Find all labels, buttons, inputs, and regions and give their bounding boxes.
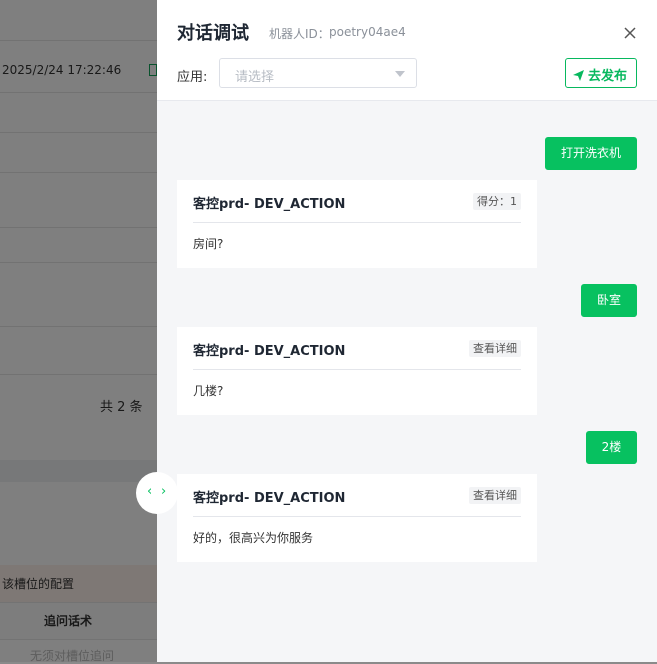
bot-message-card: 客控prd- DEV_ACTION 查看详细 好的，很高兴为你服务: [177, 474, 537, 562]
app-select-placeholder: 请选择: [235, 70, 275, 85]
drawer-title: 对话调试: [177, 23, 249, 44]
bot-name: 客控prd- DEV_ACTION: [193, 197, 346, 212]
drawer-collapse-toggle[interactable]: ‹ ›: [136, 472, 178, 514]
user-message-text: 2楼: [601, 440, 622, 454]
card-divider: [193, 369, 521, 370]
publish-button[interactable]: 去发布: [565, 58, 637, 88]
user-message: 打开洗衣机: [545, 137, 637, 170]
bot-reply-text: 房间?: [193, 237, 224, 251]
user-message-text: 卧室: [596, 293, 621, 307]
view-details-link[interactable]: 查看详细: [469, 340, 521, 357]
view-details-link[interactable]: 查看详细: [469, 487, 521, 504]
paper-plane-icon: [572, 67, 585, 81]
close-icon[interactable]: [621, 24, 639, 42]
score-badge: 得分：1: [473, 193, 521, 210]
card-divider: [193, 516, 521, 517]
user-message-text: 打开洗衣机: [560, 146, 621, 160]
bot-reply-text: 几楼?: [193, 384, 224, 398]
app-label: 应用:: [177, 70, 208, 85]
dialog-debug-drawer: 对话调试 机器人ID： poetry04ae4 应用: 请选择 去发布 打开洗衣…: [157, 0, 657, 662]
bot-message-card: 客控prd- DEV_ACTION 查看详细 几楼?: [177, 327, 537, 415]
bot-name: 客控prd- DEV_ACTION: [193, 344, 346, 359]
bot-id-label: 机器人ID：: [269, 27, 330, 41]
drawer-header: 对话调试 机器人ID： poetry04ae4 应用: 请选择 去发布: [157, 0, 657, 101]
card-divider: [193, 222, 521, 223]
user-message: 2楼: [586, 431, 637, 464]
bot-id-value: poetry04ae4: [329, 25, 406, 39]
app-select[interactable]: 请选择: [219, 58, 417, 88]
chevron-right-icon: ›: [161, 484, 167, 499]
chevron-left-icon: ‹: [147, 484, 153, 499]
chevron-down-icon: [395, 71, 405, 77]
bot-reply-text: 好的，很高兴为你服务: [193, 531, 314, 545]
publish-label: 去发布: [588, 69, 628, 84]
bot-message-card: 客控prd- DEV_ACTION 得分：1 房间?: [177, 180, 537, 268]
user-message: 卧室: [581, 284, 637, 317]
bot-name: 客控prd- DEV_ACTION: [193, 491, 346, 506]
